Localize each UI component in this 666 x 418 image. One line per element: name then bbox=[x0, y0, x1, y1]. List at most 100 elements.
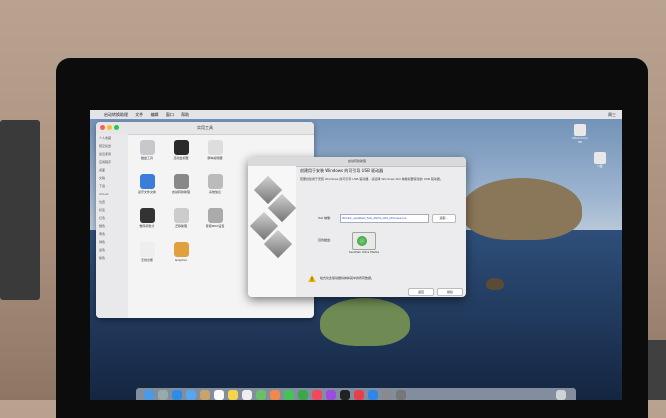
sidebar-item[interactable]: 桌面 bbox=[96, 166, 128, 174]
boot-camp-icon bbox=[173, 174, 189, 189]
contacts-icon[interactable] bbox=[200, 390, 210, 400]
iso-label: ISO 映像: bbox=[318, 216, 332, 220]
sidebar-item[interactable]: 红色 bbox=[96, 214, 128, 222]
tv-icon[interactable] bbox=[340, 390, 350, 400]
app-grapher[interactable]: Grapher bbox=[166, 240, 196, 270]
app-bluetooth-exchange[interactable]: 蓝牙文件交换 bbox=[132, 172, 162, 202]
usb-drive-icon bbox=[594, 152, 606, 164]
music-icon[interactable] bbox=[312, 390, 322, 400]
disk-utility-icon bbox=[139, 140, 155, 155]
audio-midi-icon bbox=[207, 208, 223, 223]
sidebar-item[interactable]: 绿色 bbox=[96, 238, 128, 246]
warning-icon bbox=[308, 275, 316, 282]
app-system-info[interactable]: 系统信息 bbox=[200, 172, 230, 202]
photos-icon[interactable] bbox=[270, 390, 280, 400]
sidebar-item[interactable]: 紫色 bbox=[96, 254, 128, 262]
app-script-editor[interactable]: 脚本编辑器 bbox=[200, 138, 230, 168]
menu-edit[interactable]: 编辑 bbox=[151, 112, 159, 117]
iso-path-field[interactable]: Win10_updated_feb_2024_x64_Chinese.iso bbox=[340, 214, 429, 223]
choose-button[interactable]: 选取… bbox=[432, 214, 456, 223]
monitor-stand-left bbox=[0, 120, 40, 300]
sidebar-item[interactable]: 橙色 bbox=[96, 222, 128, 230]
app-label: 迁移助理 bbox=[174, 224, 187, 228]
wallpaper-rock bbox=[486, 278, 504, 290]
hard-drive-icon bbox=[574, 124, 586, 136]
finder-icon[interactable] bbox=[144, 390, 154, 400]
back-button[interactable]: 返回 bbox=[408, 288, 434, 296]
maps-icon[interactable] bbox=[256, 390, 266, 400]
dialog-heading: 创建用于安装 Windows 的可引导 USB 驱动器 bbox=[300, 168, 384, 173]
safari-icon[interactable] bbox=[172, 390, 182, 400]
reminders-icon[interactable] bbox=[242, 390, 252, 400]
menu-app-name[interactable]: 启动转换助理 bbox=[104, 112, 128, 117]
app-label: 无线诊断 bbox=[140, 258, 153, 262]
news-icon[interactable] bbox=[354, 390, 364, 400]
wifi-icon bbox=[139, 242, 155, 257]
sidebar-item[interactable]: 隔空投送 bbox=[96, 142, 128, 150]
menu-window[interactable]: 窗口 bbox=[166, 112, 174, 117]
sidebar-item[interactable]: 文稿 bbox=[96, 174, 128, 182]
sidebar-item[interactable]: 黄色 bbox=[96, 230, 128, 238]
finder-title: 实用工具 bbox=[197, 125, 213, 130]
warning-text: 格式化此驱动器将抹掉其中的所有数据。 bbox=[320, 276, 375, 280]
wallpaper-island-right bbox=[462, 178, 582, 240]
mail-icon[interactable] bbox=[186, 390, 196, 400]
script-editor-icon bbox=[207, 140, 223, 155]
system-preferences-icon[interactable] bbox=[382, 390, 392, 400]
sidebar-item[interactable]: iCloud bbox=[96, 190, 128, 198]
continue-button[interactable]: 继续 bbox=[437, 288, 463, 296]
launchpad-icon[interactable] bbox=[158, 390, 168, 400]
desktop-icon-hd[interactable]: Macintosh HD bbox=[572, 124, 588, 144]
windows-logo-panel bbox=[248, 166, 297, 297]
app-label: 磁盘工具 bbox=[140, 156, 153, 160]
sidebar-item: 标签 bbox=[99, 208, 106, 212]
app-audio-midi[interactable]: 音频MIDI设置 bbox=[200, 206, 230, 236]
finder-sidebar: 个人收藏 隔空投送 最近使用 应用程序 桌面 文稿 下载 iCloud 位置 标… bbox=[96, 134, 128, 318]
finder-toolbar: 实用工具 bbox=[96, 122, 314, 135]
activity-monitor-icon bbox=[173, 140, 189, 155]
sidebar-item[interactable]: 蓝色 bbox=[96, 246, 128, 254]
sidebar-item[interactable]: 最近使用 bbox=[96, 150, 128, 158]
sidebar-item: 个人收藏 bbox=[99, 136, 112, 140]
bluetooth-icon bbox=[139, 174, 155, 189]
app-label: 启动转换助理 bbox=[171, 190, 190, 194]
facetime-icon[interactable] bbox=[298, 390, 308, 400]
notes-icon[interactable] bbox=[228, 390, 238, 400]
usb-disk-target[interactable] bbox=[352, 232, 376, 250]
system-info-icon bbox=[207, 174, 223, 189]
app-store-icon[interactable] bbox=[368, 390, 378, 400]
calendar-icon[interactable] bbox=[214, 390, 224, 400]
migration-assistant-icon bbox=[173, 208, 189, 223]
messages-icon[interactable] bbox=[284, 390, 294, 400]
desktop-icon-usb[interactable]: U盘 bbox=[592, 152, 608, 170]
app-label: 活动监视器 bbox=[173, 156, 189, 160]
sidebar-item: 位置 bbox=[99, 200, 106, 204]
grapher-icon bbox=[173, 242, 189, 257]
app-wireless-diagnostics[interactable]: 无线诊断 bbox=[132, 240, 162, 270]
app-label: 系统信息 bbox=[208, 190, 221, 194]
laptop-screen: 启动转换助理 文件 编辑 窗口 帮助 周三 Macintosh HD U盘 实用… bbox=[90, 110, 622, 400]
sidebar-item[interactable]: 下载 bbox=[96, 182, 128, 190]
app-activity-monitor[interactable]: 活动监视器 bbox=[166, 138, 196, 168]
disk-name: SanDisk Ultra Media bbox=[348, 250, 380, 254]
boot-camp-dialog: 启动转换助理 创建用于安装 Windows 的可引导 USB 驱动器 若要创建用… bbox=[248, 157, 466, 297]
menu-file[interactable]: 文件 bbox=[135, 112, 143, 117]
app-label: 数码测色计 bbox=[139, 224, 155, 228]
podcasts-icon[interactable] bbox=[326, 390, 336, 400]
app-digital-color-meter[interactable]: 数码测色计 bbox=[132, 206, 162, 236]
app-label: Grapher bbox=[174, 258, 188, 262]
boot-camp-dock-icon[interactable] bbox=[396, 390, 406, 400]
app-label: 蓝牙文件交换 bbox=[137, 190, 156, 194]
sidebar-item[interactable]: 应用程序 bbox=[96, 158, 128, 166]
menu-clock: 周三 bbox=[608, 112, 616, 117]
app-label: 音频MIDI设置 bbox=[205, 224, 225, 228]
menu-help[interactable]: 帮助 bbox=[181, 112, 189, 117]
app-migration-assistant[interactable]: 迁移助理 bbox=[166, 206, 196, 236]
app-boot-camp[interactable]: 启动转换助理 bbox=[166, 172, 196, 202]
desktop-icon-label: Macintosh HD bbox=[572, 136, 588, 144]
destination-label: 目的磁盘: bbox=[318, 238, 332, 242]
app-disk-utility[interactable]: 磁盘工具 bbox=[132, 138, 162, 168]
color-meter-icon bbox=[139, 208, 155, 223]
dock bbox=[136, 388, 576, 400]
trash-icon[interactable] bbox=[556, 390, 566, 400]
